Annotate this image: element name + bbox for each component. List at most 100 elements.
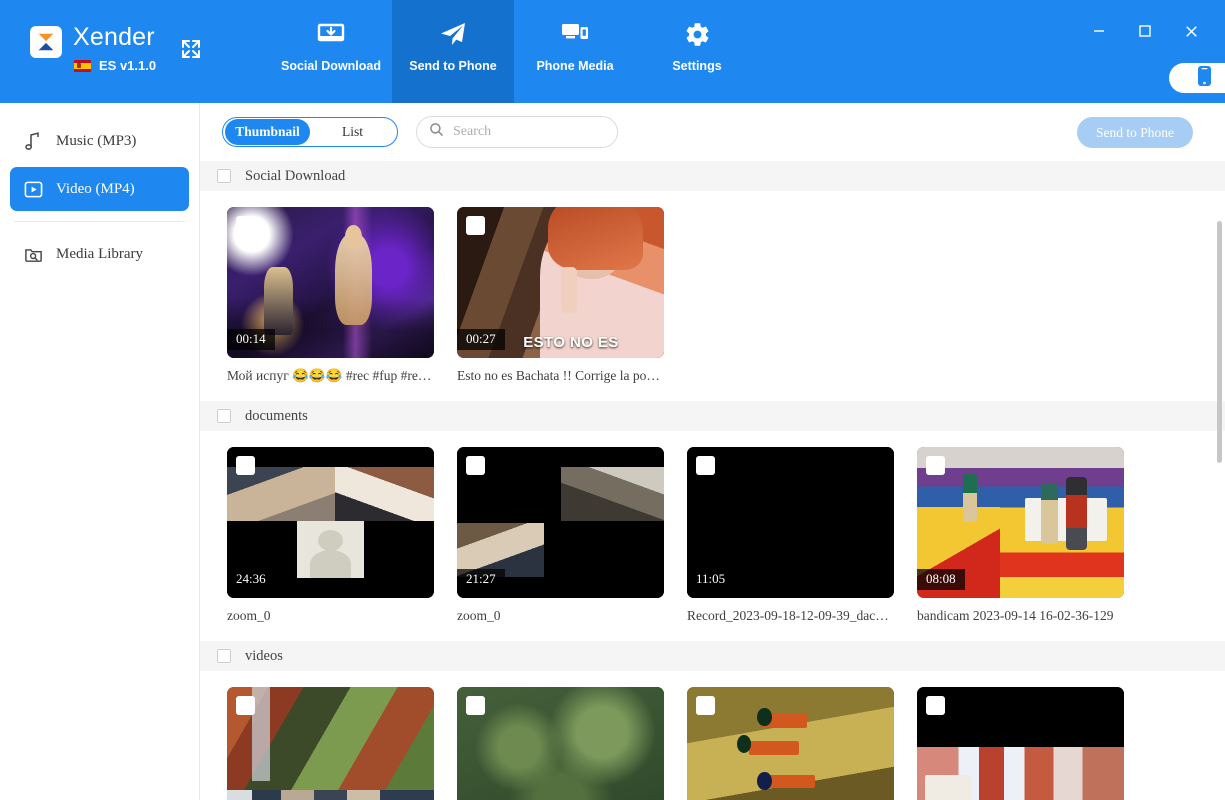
app-version: ES v1.1.0 xyxy=(99,58,157,73)
video-play-icon xyxy=(22,178,44,200)
sidebar-item-label: Video (MP4) xyxy=(56,180,135,197)
tab-label: Settings xyxy=(672,59,722,73)
duration-badge: 08:08 xyxy=(917,569,965,590)
video-thumbnail[interactable] xyxy=(227,687,434,800)
group-checkbox[interactable] xyxy=(217,409,231,423)
group-header-documents: documents xyxy=(200,401,1225,431)
gear-icon xyxy=(684,18,711,50)
video-thumbnail[interactable]: 08:08 xyxy=(917,447,1124,598)
duration-badge: 24:36 xyxy=(227,569,275,590)
content-toolbar: Thumbnail List Send to Phone xyxy=(200,103,1225,161)
xender-logo-icon xyxy=(30,26,62,58)
tab-phone-media[interactable]: Phone Media xyxy=(514,0,636,103)
duration-badge: 21:27 xyxy=(457,569,505,590)
media-card[interactable]: 24:36 zoom_0 xyxy=(227,447,434,624)
sidebar-item-video[interactable]: Video (MP4) xyxy=(10,167,189,211)
item-checkbox[interactable] xyxy=(236,696,255,715)
duration-badge: 00:27 xyxy=(457,329,505,350)
view-mode-toggle: Thumbnail List xyxy=(222,117,398,147)
media-caption: zoom_0 xyxy=(227,608,271,623)
sidebar-item-label: Music (MP3) xyxy=(56,132,137,149)
media-caption: Esto no es Bachata !! Corrige la posició… xyxy=(457,368,664,383)
thumbnail-overlay-text: ESTO NO ES xyxy=(523,334,619,351)
tab-settings[interactable]: Settings xyxy=(636,0,758,103)
video-thumbnail[interactable]: 00:14 xyxy=(227,207,434,358)
search-icon xyxy=(429,122,444,142)
minimize-icon[interactable] xyxy=(1083,17,1115,45)
video-thumbnail[interactable]: 00:27 ESTO NO ES xyxy=(457,207,664,358)
view-mode-thumbnail[interactable]: Thumbnail xyxy=(225,119,310,145)
item-checkbox[interactable] xyxy=(236,216,255,235)
item-checkbox[interactable] xyxy=(466,696,485,715)
item-checkbox[interactable] xyxy=(466,216,485,235)
item-checkbox[interactable] xyxy=(466,456,485,475)
media-caption: zoom_0 xyxy=(457,608,501,623)
main-nav: Social Download Send to Phone Phone Medi… xyxy=(270,0,758,103)
media-card[interactable]: 00:27 ESTO NO ES Esto no es Bachata !! C… xyxy=(457,207,664,384)
video-thumbnail[interactable]: 24:36 xyxy=(227,447,434,598)
devices-icon xyxy=(560,18,590,50)
media-caption: Мой испуг 😂😂😂 #rec #fup #reco… xyxy=(227,368,434,383)
brand: Xender ES v1.1.0 xyxy=(30,22,156,73)
media-card[interactable]: 21:27 zoom_0 xyxy=(457,447,664,624)
group-header-social-download: Social Download xyxy=(200,161,1225,191)
video-thumbnail[interactable] xyxy=(457,687,664,800)
group-title: Social Download xyxy=(245,167,346,184)
duration-badge: 00:14 xyxy=(227,329,275,350)
tab-label: Phone Media xyxy=(536,59,614,73)
sidebar-divider xyxy=(14,221,185,222)
video-thumbnail[interactable] xyxy=(917,687,1124,800)
video-thumbnail[interactable]: 11:05 xyxy=(687,447,894,598)
window-controls xyxy=(1083,17,1207,45)
media-scroll-area[interactable]: Social Download 00:14 Мой испуг 😂😂😂 #rec… xyxy=(200,161,1225,800)
send-to-phone-button[interactable]: Send to Phone xyxy=(1077,117,1193,148)
item-checkbox[interactable] xyxy=(926,696,945,715)
sidebar-item-media-library[interactable]: Media Library xyxy=(10,232,189,276)
item-checkbox[interactable] xyxy=(696,696,715,715)
media-caption: Record_2023-09-18-12-09-39_dacb6c… xyxy=(687,608,894,623)
media-card[interactable] xyxy=(227,687,434,800)
app-name: Xender xyxy=(73,23,155,51)
tab-label: Social Download xyxy=(280,59,381,73)
media-grid xyxy=(200,671,1225,800)
sidebar-item-music[interactable]: Music (MP3) xyxy=(10,119,189,163)
media-card[interactable] xyxy=(687,687,894,800)
media-grid: 00:14 Мой испуг 😂😂😂 #rec #fup #reco… 00:… xyxy=(200,191,1225,384)
app-header: Xender ES v1.1.0 Social Download Send to… xyxy=(0,0,1225,103)
sidebar: Music (MP3) Video (MP4) Media Library xyxy=(0,103,200,800)
connected-device-button[interactable] xyxy=(1169,63,1225,93)
tab-social-download[interactable]: Social Download xyxy=(270,0,392,103)
phone-device-icon xyxy=(1197,65,1212,92)
media-card[interactable]: 11:05 Record_2023-09-18-12-09-39_dacb6c… xyxy=(687,447,894,624)
group-title: videos xyxy=(245,647,283,664)
vertical-scrollbar[interactable] xyxy=(1217,221,1222,463)
item-checkbox[interactable] xyxy=(236,456,255,475)
media-card[interactable]: 00:14 Мой испуг 😂😂😂 #rec #fup #reco… xyxy=(227,207,434,384)
group-title: documents xyxy=(245,407,308,424)
tab-label: Send to Phone xyxy=(409,59,497,73)
media-grid: 24:36 zoom_0 21:27 zoom_0 11:05 Record_2… xyxy=(200,431,1225,624)
maximize-icon[interactable] xyxy=(1129,17,1161,45)
video-thumbnail[interactable] xyxy=(687,687,894,800)
group-checkbox[interactable] xyxy=(217,649,231,663)
paper-plane-icon xyxy=(438,18,468,50)
search-box[interactable] xyxy=(416,116,618,148)
spain-flag-icon xyxy=(74,59,91,72)
download-tray-icon xyxy=(317,18,345,50)
group-checkbox[interactable] xyxy=(217,169,231,183)
media-card[interactable] xyxy=(457,687,664,800)
media-card[interactable]: 08:08 bandicam 2023-09-14 16-02-36-129 xyxy=(917,447,1124,624)
item-checkbox[interactable] xyxy=(696,456,715,475)
item-checkbox[interactable] xyxy=(926,456,945,475)
expand-icon[interactable] xyxy=(178,36,208,66)
video-thumbnail[interactable]: 21:27 xyxy=(457,447,664,598)
close-icon[interactable] xyxy=(1175,17,1207,45)
search-input[interactable] xyxy=(453,124,603,140)
duration-badge: 11:05 xyxy=(687,569,735,590)
sidebar-item-label: Media Library xyxy=(56,245,144,262)
media-caption: bandicam 2023-09-14 16-02-36-129 xyxy=(917,608,1114,623)
view-mode-list[interactable]: List xyxy=(310,119,395,145)
folder-search-icon xyxy=(22,243,44,265)
media-card[interactable] xyxy=(917,687,1124,800)
tab-send-to-phone[interactable]: Send to Phone xyxy=(392,0,514,103)
